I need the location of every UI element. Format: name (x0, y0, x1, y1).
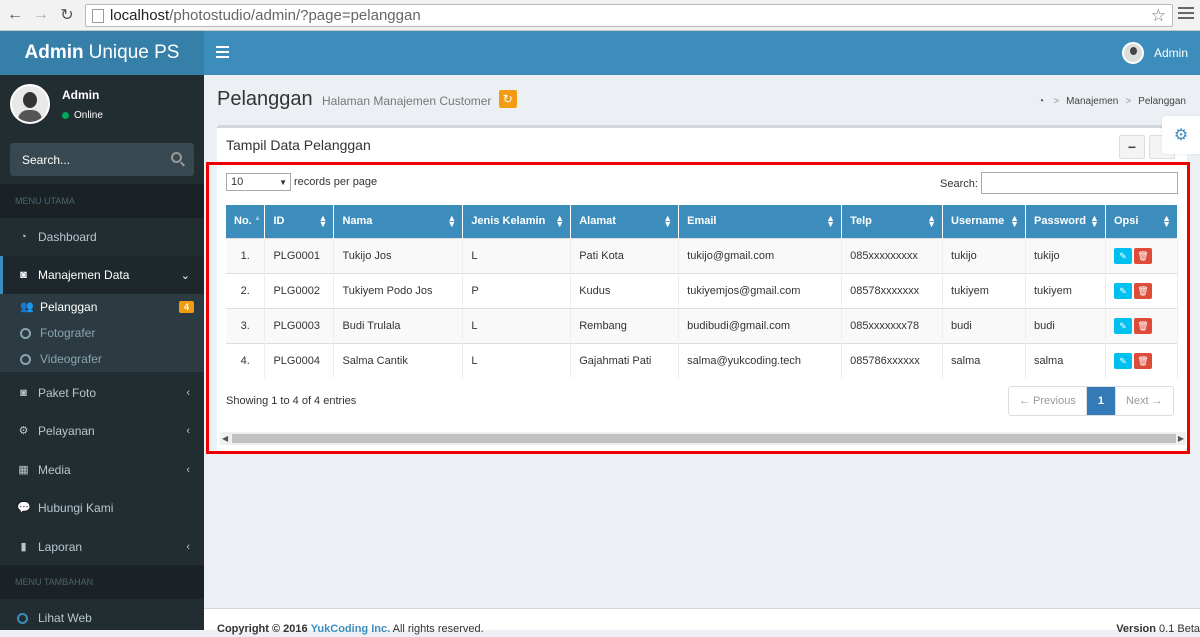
version: Version 0.1 Beta (1116, 623, 1200, 635)
breadcrumb: ◔ > Manajemen > Pelanggan (1038, 96, 1186, 107)
highlight-frame (206, 162, 1190, 454)
comments-icon: 💬 (17, 501, 31, 514)
page-subtitle: Halaman Manajemen Customer (322, 94, 492, 108)
camera-icon: ◙ (20, 386, 27, 399)
sidebar-item-laporan[interactable]: ▮ Laporan ‹ (0, 528, 204, 566)
sidebar: Admin Online Search... MENU UTAMA ◔ Dashb… (0, 75, 204, 630)
reload-icon[interactable]: ↻ (56, 4, 78, 26)
chevron-left-icon: ‹ (186, 541, 190, 553)
user-panel: Admin Online (10, 84, 103, 124)
page-title: Pelanggan (217, 88, 313, 110)
sidebar-item-hubungi-kami[interactable]: 💬 Hubungi Kami (0, 489, 204, 527)
logo-bold: Admin (24, 42, 84, 63)
sidebar-item-manajemen-data[interactable]: ◙ Manajemen Data ⌄ (0, 256, 204, 294)
camera-icon: ◙ (20, 268, 27, 281)
sidebar-item-pelanggan[interactable]: 👥 Pelanggan 4 (0, 294, 204, 320)
sidebar-item-pelayanan[interactable]: ⚙ Pelayanan ‹ (0, 412, 204, 450)
chevron-down-icon: ⌄ (180, 269, 190, 282)
sidebar-item-dashboard[interactable]: ◔ Dashboard (0, 218, 204, 256)
copyright: Copyright © 2016 YukCoding Inc. All righ… (217, 623, 484, 635)
chevron-left-icon: ‹ (186, 387, 190, 399)
circle-icon (17, 612, 28, 624)
collapse-button[interactable]: − (1119, 135, 1145, 159)
online-dot-icon (62, 112, 69, 119)
user-menu-name: Admin (1153, 46, 1188, 60)
breadcrumb-manajemen[interactable]: Manajemen (1066, 96, 1118, 107)
browser-toolbar: ← → ↻ localhost/photostudio/admin/?page=… (0, 0, 1200, 31)
refresh-icon[interactable]: ↻ (498, 90, 517, 108)
sidebar-item-videografer[interactable]: Videografer (0, 346, 204, 372)
circle-icon (20, 353, 31, 365)
sidebar-item-lihat-web[interactable]: Lihat Web (0, 599, 204, 637)
chevron-left-icon: ‹ (186, 425, 190, 437)
menu-header-main: MENU UTAMA (0, 184, 204, 218)
sidebar-toggle-icon[interactable] (216, 46, 229, 61)
dashboard-icon: ◔ (20, 230, 27, 243)
address-bar[interactable]: localhost/photostudio/admin/?page=pelang… (85, 4, 1173, 27)
sidebar-user-name: Admin (62, 88, 100, 102)
dashboard-icon[interactable]: ◔ (1038, 96, 1044, 107)
url-path: /photostudio/admin/?page=pelanggan (169, 7, 421, 24)
sidebar-item-fotografer[interactable]: Fotografer (0, 320, 204, 346)
film-icon: ▦ (18, 463, 29, 476)
forward-arrow-icon[interactable]: → (30, 4, 52, 26)
search-icon[interactable] (171, 152, 182, 163)
circle-icon (20, 327, 31, 339)
url-host: localhost (110, 7, 170, 24)
logo-rest: Unique PS (88, 42, 180, 63)
sidebar-search-input[interactable]: Search... (10, 143, 194, 176)
company-link[interactable]: YukCoding Inc. (311, 623, 390, 635)
avatar (1121, 42, 1144, 64)
bookmark-star-icon[interactable]: ☆ (1151, 6, 1166, 26)
cogs-icon: ⚙ (18, 424, 29, 437)
top-navbar: Admin (204, 31, 1200, 75)
sidebar-item-paket-foto[interactable]: ◙ Paket Foto ‹ (0, 374, 204, 412)
status-badge: Online (62, 110, 103, 121)
users-icon: 👥 (20, 301, 34, 313)
avatar (10, 84, 50, 124)
content-header: Pelanggan Halaman Manajemen Customer ↻ (217, 88, 517, 111)
back-arrow-icon[interactable]: ← (4, 4, 26, 26)
app-logo[interactable]: Admin Unique PS (0, 31, 204, 75)
sidebar-item-media[interactable]: ▦ Media ‹ (0, 451, 204, 489)
menu-header-extra: MENU TAMBAHAN (0, 565, 204, 599)
box-title: Tampil Data Pelanggan (226, 137, 371, 153)
book-icon: ▮ (20, 540, 27, 553)
footer: Copyright © 2016 YukCoding Inc. All righ… (204, 608, 1200, 635)
search-placeholder: Search... (22, 152, 71, 167)
count-badge: 4 (178, 301, 194, 313)
browser-menu-icon[interactable] (1178, 7, 1194, 22)
chevron-left-icon: ‹ (186, 464, 190, 476)
gear-icon[interactable]: ⚙ (1162, 116, 1200, 154)
breadcrumb-pelanggan: Pelanggan (1138, 96, 1186, 107)
page-icon (92, 8, 104, 23)
user-menu[interactable]: Admin (1121, 42, 1188, 64)
